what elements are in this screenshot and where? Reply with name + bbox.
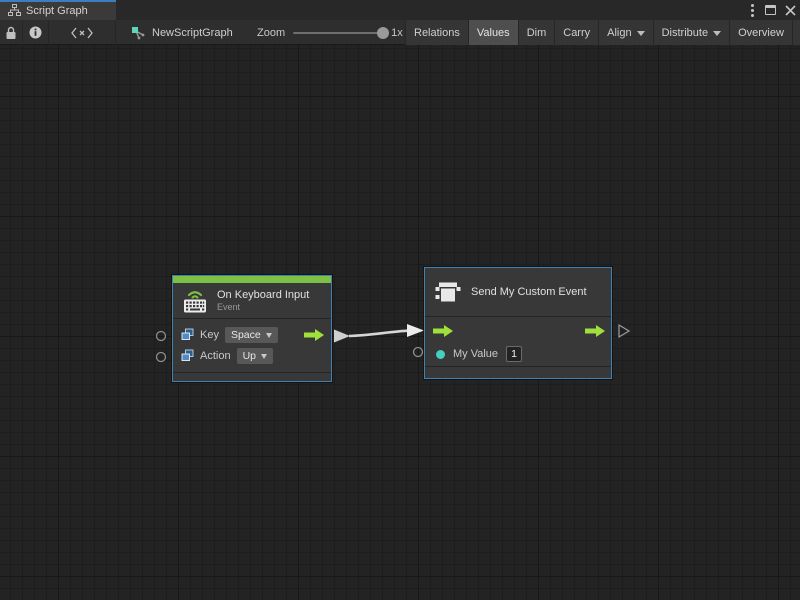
node-body: Key Space Action Up (173, 319, 331, 366)
connections-layer (0, 45, 800, 600)
info-icon (29, 26, 42, 39)
chevron-down-icon (713, 31, 721, 36)
node-header: Send My Custom Event (425, 268, 611, 317)
value-port-icon[interactable] (436, 350, 445, 359)
script-graph-window: Script Graph (0, 0, 800, 600)
zoom-slider[interactable] (293, 32, 383, 34)
relations-button[interactable]: Relations (405, 20, 468, 45)
hierarchy-icon (8, 4, 21, 16)
port-label: Action (200, 350, 231, 362)
flow-arrow-out-icon[interactable] (585, 325, 605, 337)
align-button[interactable]: Align (598, 20, 652, 45)
view-options: Relations Values Dim Carry Align Distrib… (405, 20, 800, 45)
port-row-action: Action Up (173, 345, 331, 366)
node-subtitle: Event (217, 302, 309, 313)
input-port-my-value[interactable] (414, 348, 423, 357)
maximize-icon[interactable] (765, 5, 776, 15)
overview-button[interactable]: Overview (729, 20, 792, 45)
values-button[interactable]: Values (468, 20, 518, 45)
tab-label: Script Graph (26, 4, 88, 17)
chevron-down-icon (266, 333, 272, 338)
port-label: Key (200, 329, 219, 341)
zoom-slider-handle[interactable] (377, 27, 389, 39)
angle-brackets-x-icon (71, 27, 93, 39)
carry-button[interactable]: Carry (554, 20, 598, 45)
connection-wire[interactable] (334, 324, 424, 343)
distribute-button[interactable]: Distribute (653, 20, 729, 45)
chevron-down-icon (261, 354, 267, 359)
zoom-value: 1x (391, 27, 403, 39)
custom-event-icon (434, 278, 462, 306)
port-row-key: Key Space (173, 324, 331, 345)
tab-script-graph[interactable]: Script Graph (0, 0, 116, 20)
node-header: On Keyboard Input Event (173, 283, 331, 319)
port-row-my-value: My Value 1 (425, 342, 611, 366)
object-icon (181, 349, 194, 362)
object-icon (181, 328, 194, 341)
flow-arrow-in-icon[interactable] (433, 325, 453, 337)
lock-icon (5, 26, 17, 40)
node-title: On Keyboard Input (217, 289, 309, 302)
tab-bar: Script Graph (0, 0, 800, 20)
node-footer (425, 366, 611, 378)
graph-canvas[interactable]: On Keyboard Input Event Key Space (0, 45, 800, 600)
node-title: Send My Custom Event (471, 286, 587, 299)
script-graph-asset-icon (131, 26, 146, 40)
node-footer (173, 372, 331, 381)
dim-button[interactable]: Dim (518, 20, 555, 45)
zoom-label: Zoom (257, 27, 285, 39)
chevron-down-icon (637, 31, 645, 36)
event-accent-bar (173, 276, 331, 283)
info-button[interactable] (23, 20, 49, 45)
wireless-keyboard-icon (182, 288, 208, 313)
window-controls (749, 0, 796, 20)
port-label: My Value (453, 348, 498, 360)
input-port-action[interactable] (157, 353, 166, 362)
node-send-my-custom-event[interactable]: Send My Custom Event My Value 1 (424, 267, 612, 379)
fullscreen-button[interactable]: Full S (792, 20, 800, 45)
flow-port-row (425, 320, 611, 342)
flow-arrow-icon[interactable] (304, 329, 324, 341)
close-icon[interactable] (785, 5, 796, 16)
input-port-key[interactable] (157, 332, 166, 341)
menu-icon[interactable] (749, 4, 756, 17)
graph-name: NewScriptGraph (152, 27, 233, 39)
frame-selected-button[interactable] (49, 20, 116, 45)
zoom-control: Zoom 1x (257, 20, 403, 45)
key-dropdown[interactable]: Space (225, 327, 278, 343)
flow-out-port[interactable] (619, 325, 629, 337)
action-dropdown[interactable]: Up (237, 348, 273, 364)
my-value-input[interactable]: 1 (506, 346, 522, 362)
node-on-keyboard-input[interactable]: On Keyboard Input Event Key Space (172, 275, 332, 382)
active-tab-accent (0, 0, 116, 2)
graph-toolbar: NewScriptGraph Zoom 1x Relations Values … (0, 20, 800, 45)
graph-reference[interactable]: NewScriptGraph (131, 20, 233, 45)
lock-button[interactable] (0, 20, 23, 45)
